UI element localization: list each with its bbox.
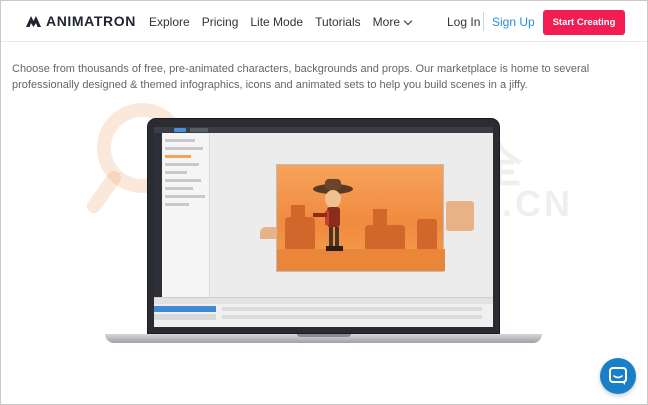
intro-paragraph: Choose from thousands of free, pre-anima… xyxy=(12,63,590,91)
app-tab-active xyxy=(174,128,186,132)
main-nav: Explore Pricing Lite Mode Tutorials More xyxy=(149,15,423,29)
timeline-layer-row[interactable] xyxy=(154,314,216,320)
signup-link[interactable]: Sign Up xyxy=(492,15,535,29)
brand-name: ANIMATRON xyxy=(46,13,136,29)
site-header: ANIMATRON Explore Pricing Lite Mode Tuto… xyxy=(1,1,647,42)
chevron-down-icon xyxy=(403,16,413,25)
app-timeline xyxy=(154,297,493,327)
app-tab xyxy=(190,128,208,132)
nav-more[interactable]: More xyxy=(372,15,413,29)
cowboy-character[interactable] xyxy=(303,175,361,255)
brand-logo[interactable]: ANIMATRON xyxy=(25,13,136,29)
app-screenshot xyxy=(154,127,493,327)
laptop-notch xyxy=(297,334,351,337)
chat-icon xyxy=(609,367,627,385)
chat-launcher-button[interactable] xyxy=(600,358,636,394)
login-link[interactable]: Log In xyxy=(447,15,480,29)
timeline-layer-row[interactable] xyxy=(154,306,216,312)
animation-canvas[interactable] xyxy=(276,164,445,272)
app-tool-rail xyxy=(154,133,162,297)
nav-lite-mode[interactable]: Lite Mode xyxy=(250,15,303,29)
nav-more-label: More xyxy=(372,15,400,29)
animatron-logo-icon xyxy=(25,13,42,29)
app-properties-panel xyxy=(162,133,210,297)
laptop-mockup xyxy=(147,118,500,334)
nav-explore[interactable]: Explore xyxy=(149,15,190,29)
start-creating-button[interactable]: Start Creating xyxy=(543,10,625,35)
header-divider xyxy=(483,12,484,31)
nav-tutorials[interactable]: Tutorials xyxy=(315,15,361,29)
nav-pricing[interactable]: Pricing xyxy=(202,15,239,29)
